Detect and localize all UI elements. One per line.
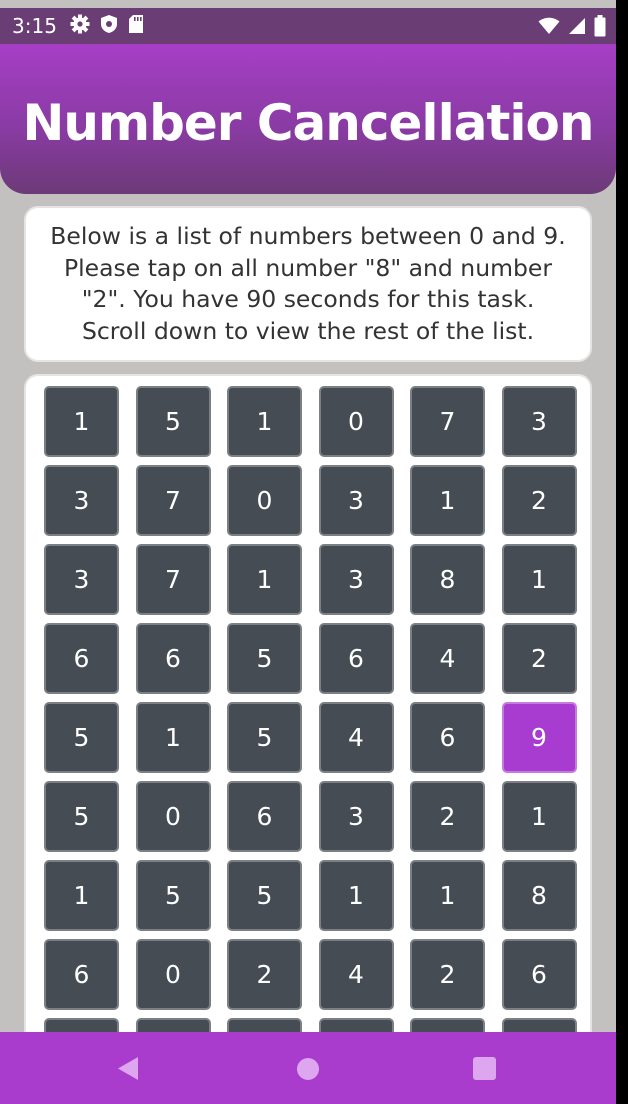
instructions-card: Below is a list of numbers between 0 and… bbox=[24, 206, 592, 362]
number-button[interactable]: 3 bbox=[44, 465, 119, 536]
wifi-icon bbox=[538, 17, 560, 35]
number-button[interactable]: 3 bbox=[501, 386, 577, 457]
number-button[interactable]: 3 bbox=[44, 544, 119, 615]
number-button[interactable]: 0 bbox=[135, 781, 211, 852]
number-button[interactable]: 2 bbox=[501, 465, 577, 536]
number-button[interactable]: 6 bbox=[410, 702, 485, 773]
number-grid-card[interactable]: 1510733703123713816656425154695063211551… bbox=[24, 374, 592, 1104]
screen-edge bbox=[616, 0, 628, 1104]
battery-icon bbox=[594, 15, 606, 37]
number-button[interactable]: 0 bbox=[135, 939, 211, 1010]
number-button[interactable]: 9 bbox=[501, 702, 577, 773]
number-button[interactable]: 8 bbox=[501, 860, 577, 931]
number-button[interactable]: 1 bbox=[501, 781, 577, 852]
number-button[interactable]: 2 bbox=[501, 623, 577, 694]
number-button[interactable]: 1 bbox=[410, 860, 485, 931]
number-button[interactable]: 7 bbox=[135, 465, 211, 536]
number-button[interactable]: 8 bbox=[410, 544, 485, 615]
number-button[interactable]: 1 bbox=[135, 702, 211, 773]
number-button[interactable]: 3 bbox=[318, 781, 394, 852]
number-button[interactable]: 1 bbox=[44, 386, 119, 457]
number-button[interactable]: 2 bbox=[410, 781, 485, 852]
number-button[interactable]: 6 bbox=[318, 623, 394, 694]
home-icon[interactable] bbox=[297, 1058, 319, 1080]
number-button[interactable]: 6 bbox=[135, 623, 211, 694]
number-button[interactable]: 1 bbox=[410, 465, 485, 536]
number-button[interactable]: 1 bbox=[227, 544, 302, 615]
number-button[interactable]: 0 bbox=[227, 465, 302, 536]
status-time: 3:15 bbox=[12, 14, 57, 38]
back-icon[interactable] bbox=[117, 1056, 139, 1086]
number-button[interactable]: 5 bbox=[44, 781, 119, 852]
number-button[interactable]: 1 bbox=[44, 860, 119, 931]
sd-card-icon bbox=[128, 14, 144, 34]
number-button[interactable]: 5 bbox=[227, 623, 302, 694]
signal-icon bbox=[568, 17, 586, 35]
number-button[interactable]: 5 bbox=[135, 386, 211, 457]
number-button[interactable]: 6 bbox=[44, 623, 119, 694]
number-button[interactable]: 6 bbox=[501, 939, 577, 1010]
number-button[interactable]: 5 bbox=[135, 860, 211, 931]
number-button[interactable]: 5 bbox=[44, 702, 119, 773]
shield-icon bbox=[100, 14, 118, 34]
number-button[interactable]: 2 bbox=[410, 939, 485, 1010]
number-button[interactable]: 7 bbox=[135, 544, 211, 615]
number-button[interactable]: 0 bbox=[318, 386, 394, 457]
recent-apps-icon[interactable] bbox=[473, 1057, 496, 1080]
number-button[interactable]: 2 bbox=[227, 939, 302, 1010]
instructions-text: Below is a list of numbers between 0 and… bbox=[50, 222, 566, 345]
number-button[interactable]: 1 bbox=[227, 386, 302, 457]
number-button[interactable]: 3 bbox=[318, 465, 394, 536]
number-button[interactable]: 5 bbox=[227, 702, 302, 773]
number-button[interactable]: 4 bbox=[318, 939, 394, 1010]
number-button[interactable]: 3 bbox=[318, 544, 394, 615]
number-button[interactable]: 5 bbox=[227, 860, 302, 931]
number-button[interactable]: 4 bbox=[410, 623, 485, 694]
app-screen: 3:15 Number Cancellation Below is a list… bbox=[0, 0, 616, 1104]
app-header: Number Cancellation bbox=[0, 44, 616, 194]
number-button[interactable]: 6 bbox=[227, 781, 302, 852]
page-title: Number Cancellation bbox=[22, 94, 595, 152]
gear-icon bbox=[70, 14, 90, 34]
number-button[interactable]: 1 bbox=[501, 544, 577, 615]
number-button[interactable]: 4 bbox=[318, 702, 394, 773]
navigation-bar bbox=[0, 1032, 616, 1104]
number-button[interactable]: 7 bbox=[410, 386, 485, 457]
number-button[interactable]: 6 bbox=[44, 939, 119, 1010]
number-button[interactable]: 1 bbox=[318, 860, 394, 931]
number-grid: 1510733703123713816656425154695063211551… bbox=[44, 386, 577, 1089]
status-bar: 3:15 bbox=[0, 8, 616, 44]
